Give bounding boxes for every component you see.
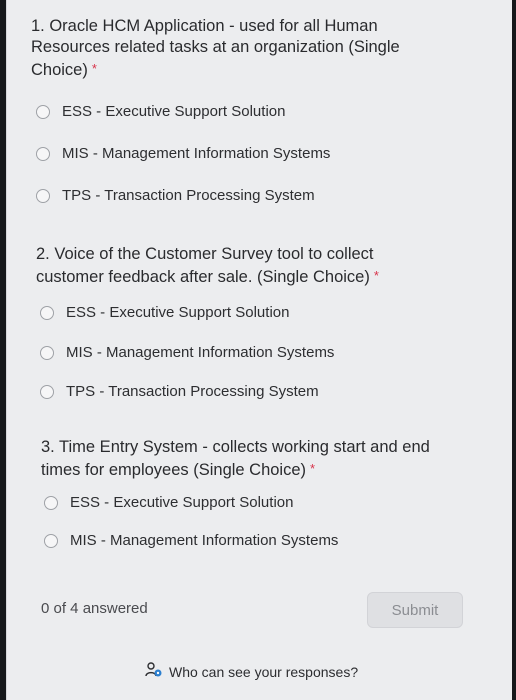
question-2-option-1[interactable]: ESS - Executive Support Solution (40, 304, 289, 321)
question-1-option-3[interactable]: TPS - Transaction Processing System (36, 187, 315, 204)
person-visibility-icon (145, 662, 163, 681)
privacy-link-label[interactable]: Who can see your responses? (169, 664, 358, 680)
question-2-option-3[interactable]: TPS - Transaction Processing System (40, 383, 319, 400)
question-2-option-2[interactable]: MIS - Management Information Systems (40, 344, 334, 361)
radio-button[interactable] (40, 305, 54, 320)
question-1-option-1[interactable]: ESS - Executive Support Solution (36, 103, 285, 120)
answered-count: 0 of 4 answered (41, 600, 148, 617)
required-mark: * (91, 61, 97, 76)
radio-button[interactable] (40, 384, 54, 399)
radio-button[interactable] (36, 104, 50, 119)
option-label: TPS - Transaction Processing System (62, 187, 315, 204)
question-1-title: 1. Oracle HCM Application - used for all… (31, 17, 400, 79)
option-label: ESS - Executive Support Solution (70, 494, 294, 511)
option-label: MIS - Management Information Systems (62, 145, 331, 162)
radio-button[interactable] (44, 495, 58, 510)
required-mark: * (310, 461, 316, 476)
submit-button[interactable]: Submit (367, 592, 463, 628)
privacy-link[interactable]: Who can see your responses? (145, 662, 358, 681)
radio-button[interactable] (36, 188, 50, 203)
question-2-title: 2. Voice of the Customer Survey tool to … (36, 245, 379, 286)
question-3-option-1[interactable]: ESS - Executive Support Solution (44, 494, 293, 511)
option-label: MIS - Management Information Systems (66, 344, 335, 361)
question-3-title: 3. Time Entry System - collects working … (41, 438, 430, 479)
radio-button[interactable] (44, 533, 58, 548)
radio-button[interactable] (40, 345, 54, 360)
option-label: TPS - Transaction Processing System (66, 383, 319, 400)
option-label: ESS - Executive Support Solution (66, 304, 290, 321)
option-label: ESS - Executive Support Solution (62, 103, 286, 120)
question-1-option-2[interactable]: MIS - Management Information Systems (36, 145, 330, 162)
radio-button[interactable] (36, 146, 50, 161)
required-mark: * (373, 268, 379, 283)
form-card: 1. Oracle HCM Application - used for all… (6, 0, 512, 700)
question-3-option-2[interactable]: MIS - Management Information Systems (44, 532, 338, 549)
option-label: MIS - Management Information Systems (70, 532, 339, 549)
